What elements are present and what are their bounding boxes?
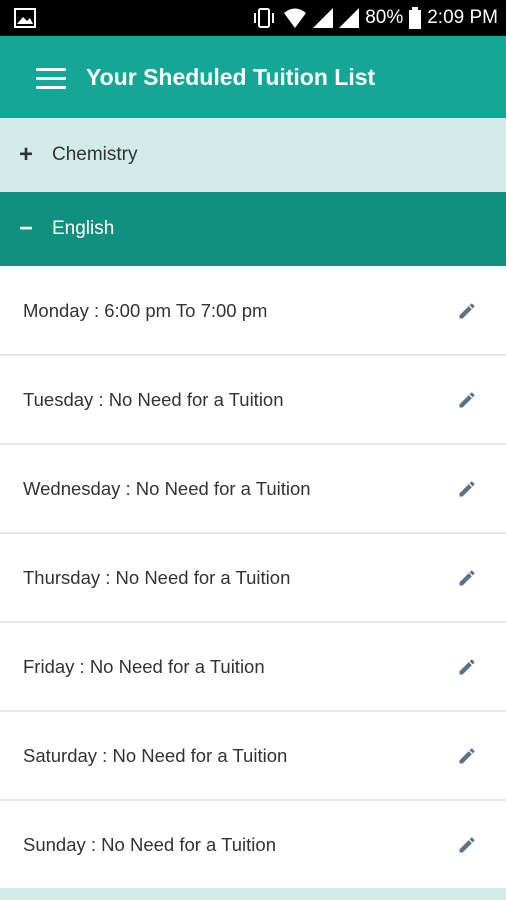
battery-icon	[409, 7, 422, 29]
edit-pencil-icon[interactable]	[456, 656, 478, 678]
schedule-list: Monday : 6:00 pm To 7:00 pm Tuesday : No…	[0, 267, 506, 890]
schedule-text: Wednesday : No Need for a Tuition	[23, 477, 311, 499]
schedule-text: Tuesday : No Need for a Tuition	[23, 388, 284, 410]
hamburger-menu-icon[interactable]	[36, 68, 66, 89]
vibrate-icon	[254, 8, 275, 28]
status-bar: 80% 2:09 PM	[0, 0, 506, 36]
group-label: English	[52, 218, 115, 239]
next-group-header-partial	[0, 888, 506, 900]
page-title: Your Sheduled Tuition List	[86, 64, 376, 90]
edit-pencil-icon[interactable]	[456, 389, 478, 411]
schedule-text: Sunday : No Need for a Tuition	[23, 833, 276, 855]
schedule-text: Monday : 6:00 pm To 7:00 pm	[23, 299, 268, 321]
battery-percent: 80%	[365, 7, 404, 28]
app-bar: Your Sheduled Tuition List	[0, 36, 506, 118]
list-item-thursday: Thursday : No Need for a Tuition	[0, 534, 506, 623]
group-header-english[interactable]: − English	[0, 192, 506, 266]
collapse-minus-icon: −	[18, 215, 33, 242]
list-item-saturday: Saturday : No Need for a Tuition	[0, 712, 506, 801]
group-header-chemistry[interactable]: + Chemistry	[0, 118, 506, 192]
list-item-friday: Friday : No Need for a Tuition	[0, 623, 506, 712]
list-item-tuesday: Tuesday : No Need for a Tuition	[0, 356, 506, 445]
list-item-monday: Monday : 6:00 pm To 7:00 pm	[0, 267, 506, 356]
schedule-text: Friday : No Need for a Tuition	[23, 655, 265, 677]
edit-pencil-icon[interactable]	[456, 834, 478, 856]
wifi-icon	[284, 8, 307, 28]
signal-icon	[313, 8, 334, 28]
schedule-text: Saturday : No Need for a Tuition	[23, 744, 288, 766]
edit-pencil-icon[interactable]	[456, 478, 478, 500]
edit-pencil-icon[interactable]	[456, 567, 478, 589]
edit-pencil-icon[interactable]	[456, 745, 478, 767]
list-item-wednesday: Wednesday : No Need for a Tuition	[0, 445, 506, 534]
list-item-sunday: Sunday : No Need for a Tuition	[0, 801, 506, 890]
group-label: Chemistry	[52, 144, 138, 165]
signal-icon	[339, 8, 360, 28]
schedule-text: Thursday : No Need for a Tuition	[23, 566, 291, 588]
edit-pencil-icon[interactable]	[456, 300, 478, 322]
image-icon	[14, 8, 36, 28]
status-time: 2:09 PM	[427, 7, 498, 28]
expand-plus-icon: +	[18, 141, 33, 168]
